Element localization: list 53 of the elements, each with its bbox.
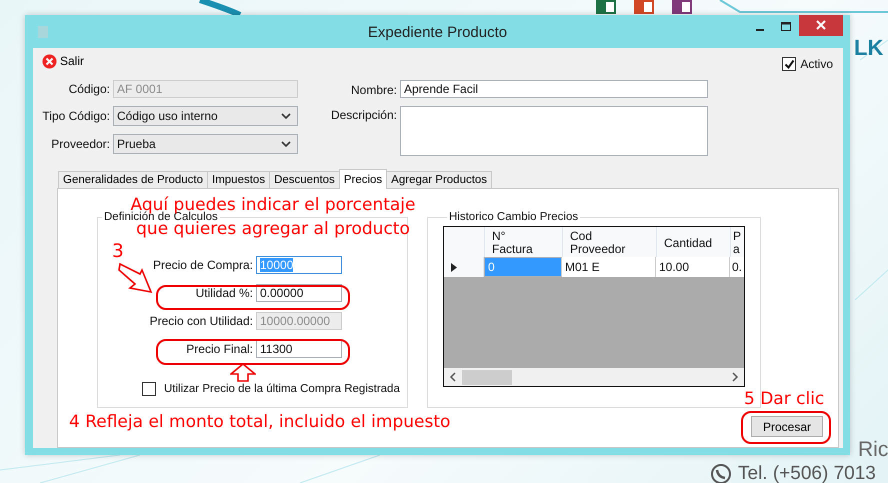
brand-text: LK: [854, 35, 884, 61]
field-label: Descripción:: [330, 108, 397, 122]
tab[interactable]: Impuestos: [207, 171, 270, 188]
notebook-icon[interactable]: [672, 0, 692, 14]
arrow-icon: [230, 363, 256, 382]
checkbox-label: Activo: [800, 57, 833, 71]
window-title: Expediente Producto: [368, 24, 508, 41]
field-label: Precio con Utilidad:: [148, 314, 253, 328]
field-label: Utilidad %:: [194, 286, 253, 300]
supplier-dropdown[interactable]: Prueba: [113, 134, 298, 154]
field-label: Código:: [68, 82, 110, 96]
group-title: Historico Cambio Precios: [448, 211, 580, 223]
description-field[interactable]: [400, 106, 708, 156]
address-text: Ric: [858, 438, 888, 462]
spreadsheet-icon[interactable]: [596, 0, 616, 14]
field-label: Precio de Compra:: [152, 258, 253, 272]
annotation-text: 5 Dar clic: [744, 388, 824, 411]
app-icon: [37, 24, 49, 38]
exit-button[interactable]: Salir: [42, 54, 84, 68]
tab[interactable]: Generalidades de Producto: [58, 171, 208, 188]
phone-icon: [710, 463, 732, 483]
close-circle-icon: [42, 54, 57, 68]
annotation-text: Aquí puedes indicar el porcentaje: [130, 196, 416, 214]
tab[interactable]: Descuentos: [269, 171, 340, 188]
caret-icon: [281, 112, 291, 120]
tab[interactable]: Agregar Productos: [386, 171, 492, 188]
table-cell: 0: [484, 257, 562, 277]
column-header[interactable]: P a: [731, 227, 744, 257]
active-checkbox[interactable]: [782, 57, 796, 71]
table-cell: M01 E: [562, 257, 656, 277]
price-field[interactable]: 11300: [256, 340, 342, 358]
presentation-icon[interactable]: [634, 0, 654, 14]
horizontal-scrollbar[interactable]: [444, 368, 744, 386]
annotation-text: que quieres agregar al producto: [136, 220, 410, 238]
arrow-icon: [118, 262, 154, 294]
table-cell-text: 0.: [731, 259, 744, 276]
caret-icon: [281, 140, 291, 148]
annotation-text: 4 Refleja el monto total, incluido el impuesto: [69, 411, 450, 434]
step-number: 3: [112, 240, 124, 264]
field-label: Tipo Código:: [41, 109, 110, 123]
field-label: Precio Final:: [185, 342, 253, 356]
last-price-checkbox[interactable]: [142, 382, 156, 396]
row-header[interactable]: [444, 257, 484, 277]
checkbox-label: Utilizar Precio de la última Compra Registrada: [164, 383, 400, 395]
table-cell: 10.00: [656, 257, 730, 277]
field-label: Proveedor:: [50, 137, 110, 151]
name-field[interactable]: Aprende Facil: [400, 80, 708, 98]
code-type-dropdown[interactable]: Código uso interno: [113, 106, 298, 126]
tab[interactable]: Precios: [338, 169, 388, 189]
process-button[interactable]: Procesar: [751, 416, 823, 437]
phone-number: Tel. (+506) 7013: [738, 463, 876, 483]
field-label: Nombre:: [350, 83, 397, 97]
close-icon[interactable]: [799, 15, 843, 36]
